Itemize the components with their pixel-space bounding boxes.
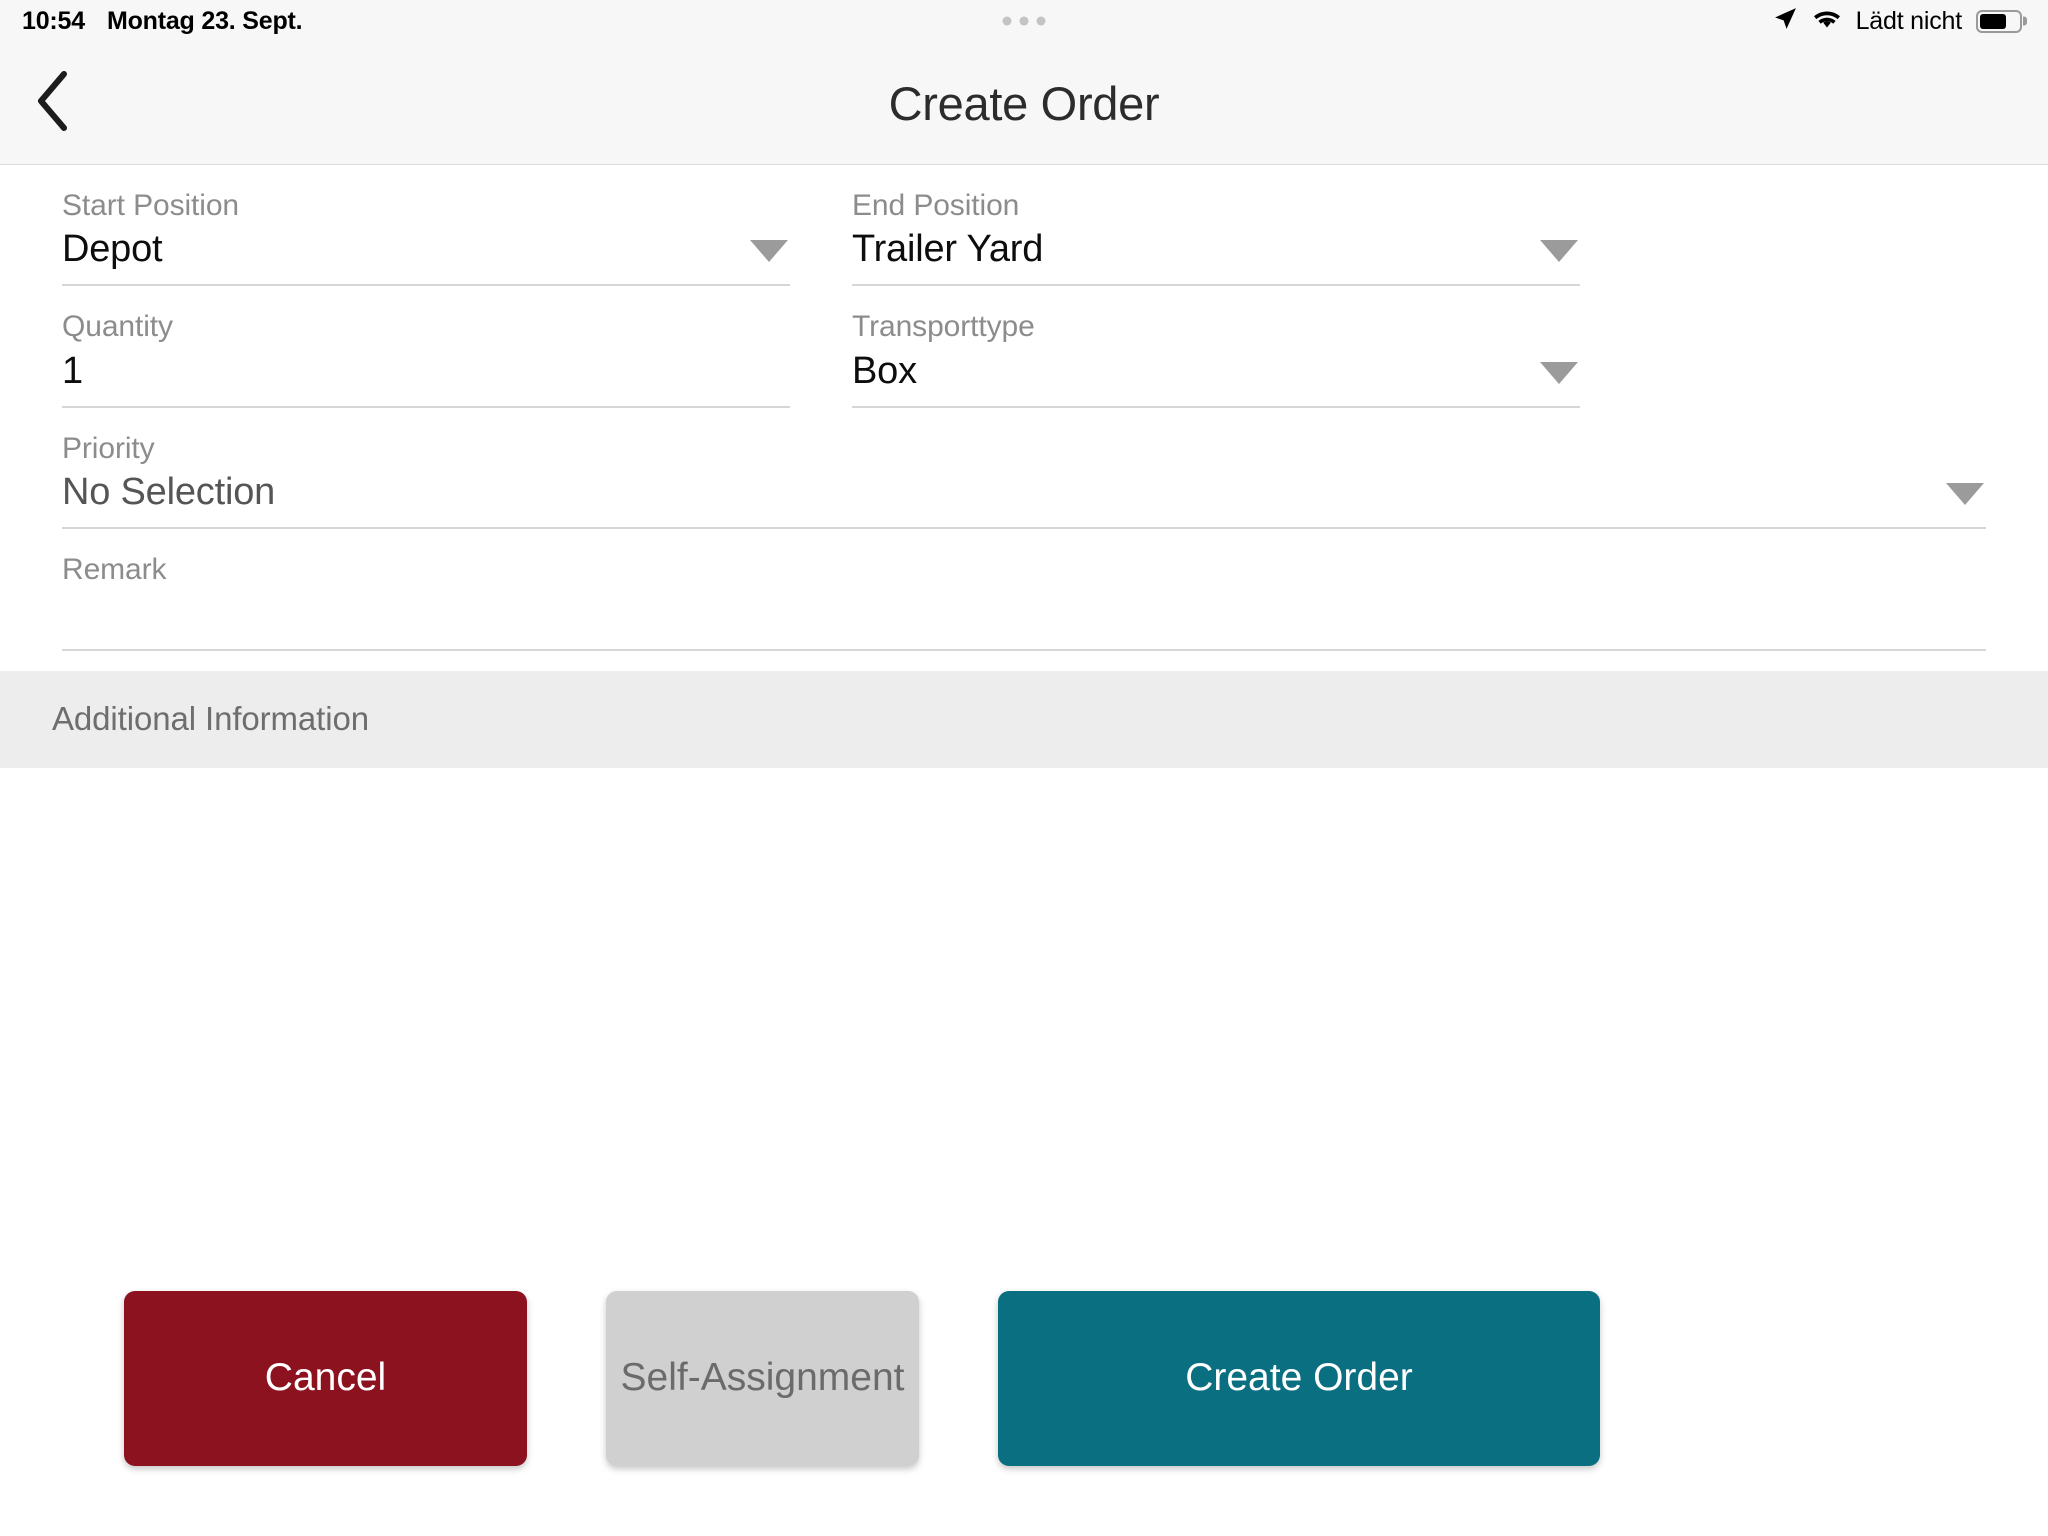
footer-action-bar: Cancel Self-Assignment Create Order: [0, 1291, 2048, 1536]
app-screen: 10:54 Montag 23. Sept. Lädt nicht Create…: [0, 0, 2048, 1536]
chevron-down-icon[interactable]: [1540, 361, 1578, 384]
nav-header: Create Order: [0, 42, 2048, 165]
chevron-down-icon[interactable]: [1540, 240, 1578, 263]
wifi-icon: [1812, 7, 1842, 36]
status-bar: 10:54 Montag 23. Sept. Lädt nicht: [0, 0, 2048, 42]
handle-dot: [1019, 16, 1029, 26]
back-button[interactable]: [18, 68, 88, 138]
remark-label: Remark: [62, 553, 167, 587]
quantity-label: Quantity: [62, 310, 173, 344]
form-row-positions: Start Position Depot End Position Traile…: [0, 165, 2048, 287]
form-row-quantity-transporttype: Quantity 1 Transporttype Box: [0, 286, 2048, 408]
chevron-down-icon[interactable]: [750, 240, 788, 263]
battery-status-text: Lädt nicht: [1855, 6, 1963, 35]
end-position-value: Trailer Yard: [852, 228, 1044, 271]
location-arrow-icon: [1773, 6, 1798, 36]
additional-information-label: Additional Information: [52, 700, 369, 738]
priority-value: No Selection: [62, 471, 276, 514]
start-position-value: Depot: [62, 228, 163, 271]
field-quantity[interactable]: Quantity 1: [62, 286, 790, 408]
end-position-label: End Position: [852, 189, 1020, 222]
status-time: 10:54: [22, 6, 85, 35]
start-position-label: Start Position: [62, 189, 240, 222]
page-title: Create Order: [888, 76, 1160, 130]
remark-input[interactable]: [62, 590, 1986, 640]
field-end-position[interactable]: End Position Trailer Yard: [852, 165, 1580, 287]
status-bar-right: Lädt nicht: [1773, 6, 2022, 36]
transporttype-value: Box: [852, 349, 917, 392]
transporttype-label: Transporttype: [852, 310, 1035, 344]
chevron-down-icon[interactable]: [1946, 483, 1984, 506]
self-assignment-button[interactable]: Self-Assignment: [606, 1291, 919, 1466]
priority-label: Priority: [62, 431, 155, 465]
handle-dot: [1002, 16, 1012, 26]
quantity-input[interactable]: 1: [62, 347, 790, 397]
chevron-left-icon: [32, 70, 74, 137]
battery-fill: [1980, 13, 2006, 29]
form-row-priority: Priority No Selection: [0, 408, 2048, 530]
status-bar-handle-dots: [1002, 16, 1046, 26]
cancel-button[interactable]: Cancel: [124, 1291, 527, 1466]
additional-information-content: [0, 767, 2048, 1291]
field-priority[interactable]: Priority No Selection: [62, 408, 1986, 530]
handle-dot: [1036, 16, 1046, 26]
status-bar-left: 10:54 Montag 23. Sept.: [22, 6, 303, 36]
additional-information-section-header: Additional Information: [0, 670, 2048, 768]
field-remark[interactable]: Remark: [62, 529, 1986, 651]
battery-icon: [1976, 9, 2022, 33]
form-row-remark: Remark: [0, 529, 2048, 651]
field-transporttype[interactable]: Transporttype Box: [852, 286, 1580, 408]
status-date: Montag 23. Sept.: [106, 6, 303, 35]
field-start-position[interactable]: Start Position Depot: [62, 165, 790, 287]
order-form: Start Position Depot End Position Traile…: [0, 165, 2048, 651]
create-order-button[interactable]: Create Order: [998, 1291, 1600, 1466]
